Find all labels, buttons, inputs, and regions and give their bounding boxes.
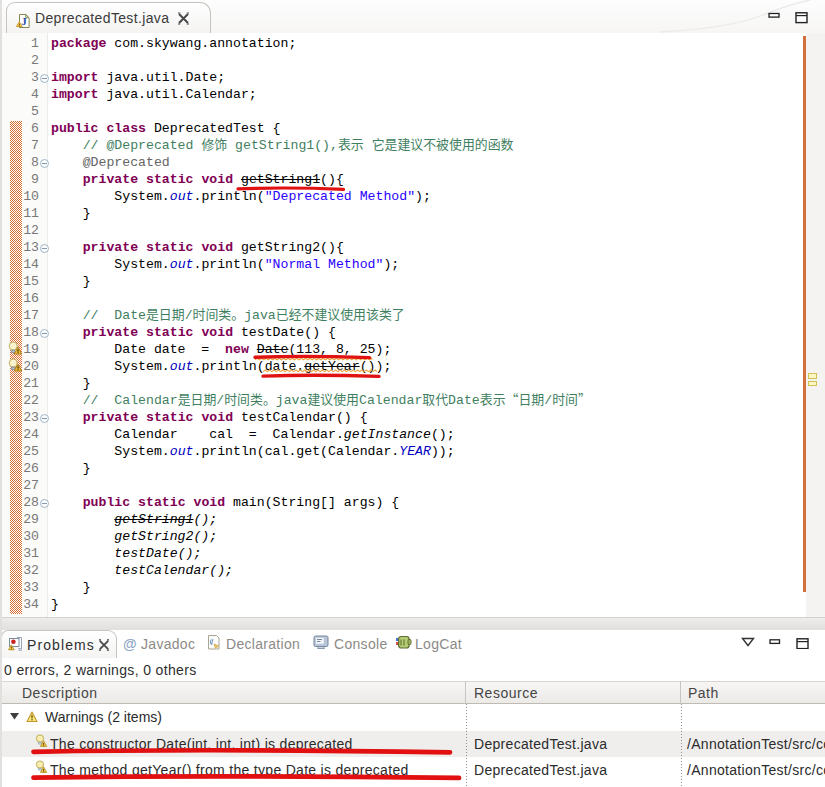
svg-text:J: J (21, 15, 27, 27)
